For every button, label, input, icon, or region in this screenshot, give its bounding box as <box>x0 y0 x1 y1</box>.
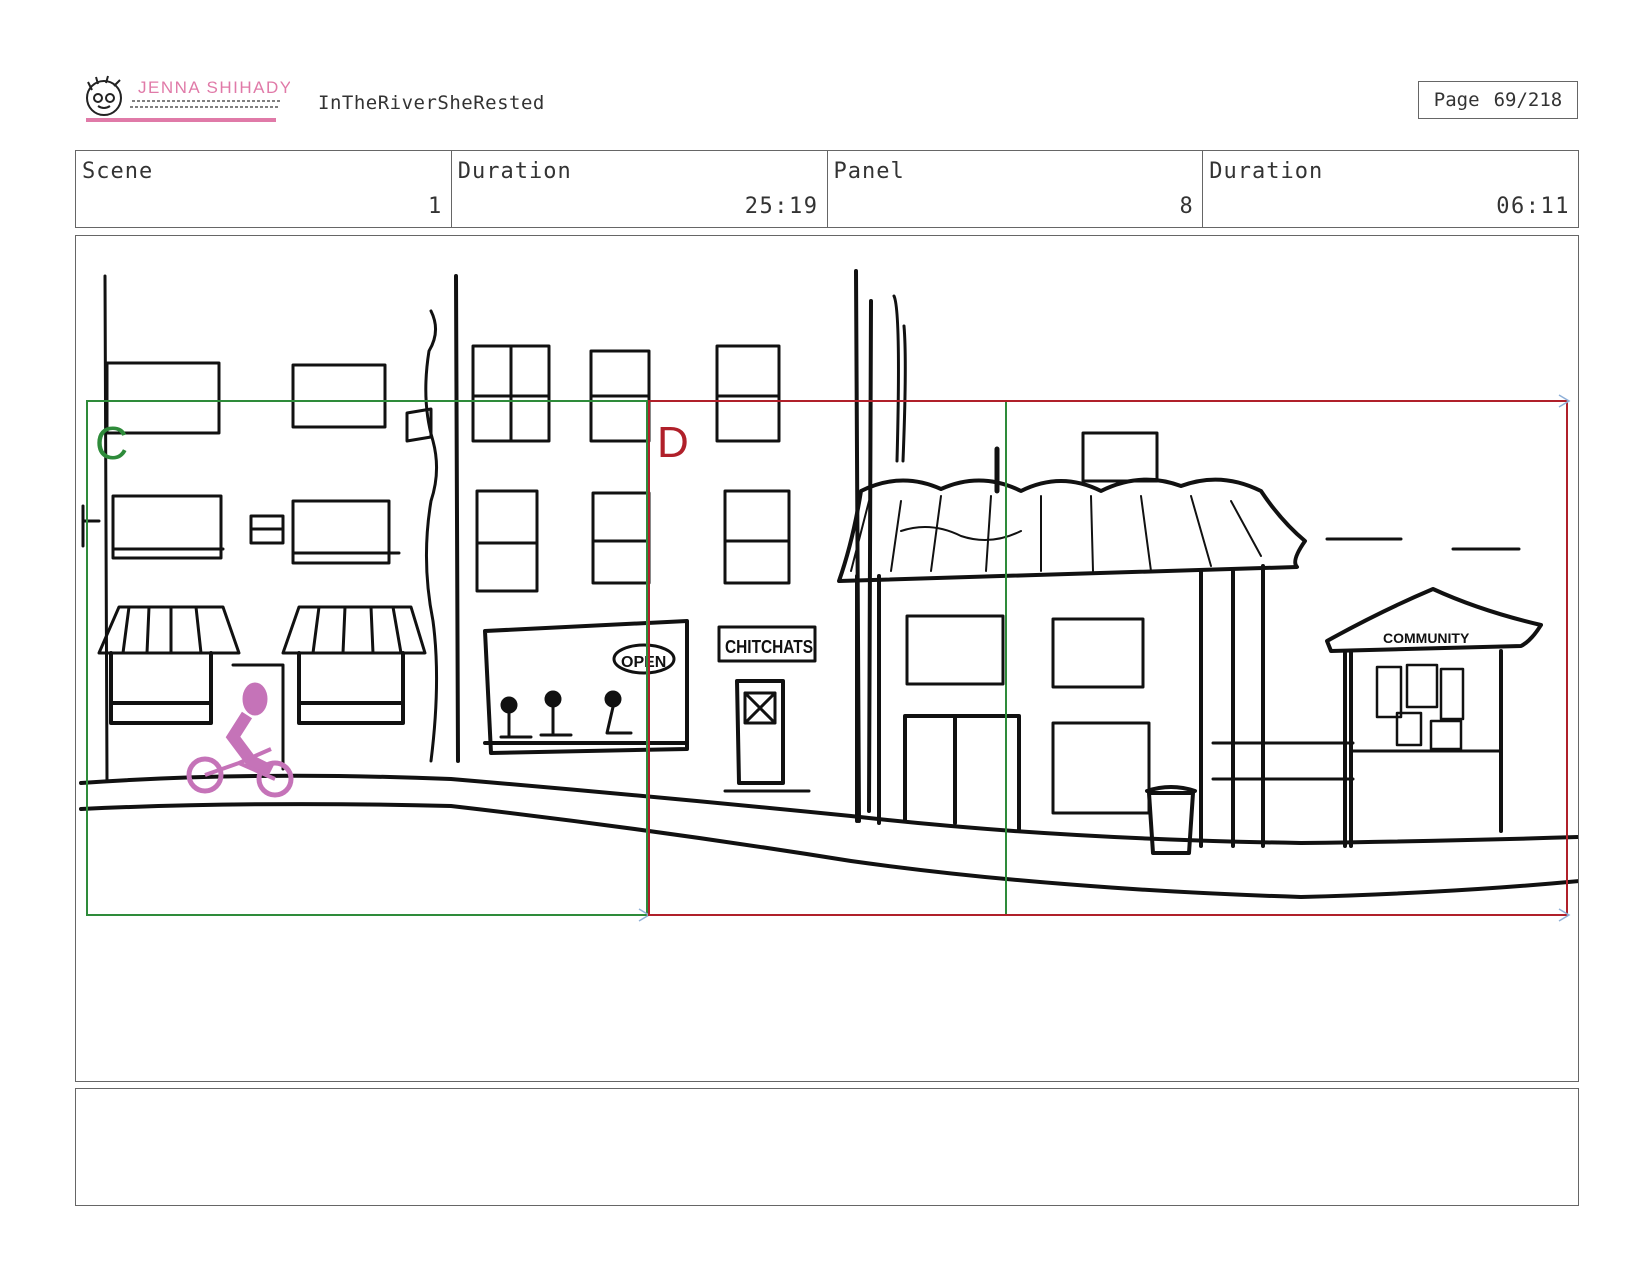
scene-cell: Scene 1 <box>76 151 452 227</box>
community-sign-text: COMMUNITY <box>1383 630 1470 646</box>
panel-duration-value: 06:11 <box>1496 194 1570 219</box>
open-sign-text: OPEN <box>621 654 666 671</box>
pole <box>892 294 907 463</box>
storyboard-info-table: Scene 1 Duration 25:19 Panel 8 Duration … <box>75 150 1579 228</box>
artist-logo: JENNA SHIHADY <box>82 74 291 126</box>
page-number: 69/218 <box>1493 89 1563 111</box>
scene-value: 1 <box>428 194 443 219</box>
street-curb <box>79 802 1578 899</box>
building-edge-line <box>424 309 439 763</box>
window <box>715 344 781 443</box>
scene-label: Scene <box>82 159 154 184</box>
chimney <box>1081 431 1159 483</box>
notes-box[interactable] <box>75 1088 1579 1206</box>
camera-c-label: C <box>95 417 128 469</box>
posted-notes <box>1375 663 1465 751</box>
logo-name: JENNA SHIHADY <box>138 78 290 97</box>
logo-face-icon <box>86 75 122 116</box>
window <box>591 491 651 585</box>
storyboard-panel: OPEN CHITCHATS COMMUNITY C D <box>75 235 1579 1082</box>
chitchats-sign-text: CHITCHATS <box>725 637 813 657</box>
scene-duration-label: Duration <box>457 159 572 184</box>
house-roof <box>837 477 1307 583</box>
trash-can <box>1145 785 1197 855</box>
window <box>291 363 387 429</box>
panel-cell: Panel 8 <box>828 151 1204 227</box>
cafe-window <box>483 619 689 755</box>
street-curb <box>79 773 1578 845</box>
window <box>249 514 285 545</box>
street-sketch: OPEN CHITCHATS COMMUNITY C D <box>79 269 1578 922</box>
scene-duration-cell: Duration 25:19 <box>452 151 828 227</box>
panel-value: 8 <box>1179 194 1195 219</box>
camera-d-label: D <box>657 418 689 467</box>
building-edge-line <box>103 274 109 783</box>
page-label: Page <box>1433 89 1480 111</box>
panel-duration-label: Duration <box>1209 159 1324 184</box>
panel-label: Panel <box>833 159 905 184</box>
scene-duration-value: 25:19 <box>744 194 819 219</box>
panel-duration-cell: Duration 06:11 <box>1203 151 1578 227</box>
building-edge-line <box>454 274 460 763</box>
window <box>723 489 791 585</box>
house-door <box>903 714 1021 833</box>
shop-window <box>297 651 405 725</box>
window <box>1051 617 1145 689</box>
window <box>471 344 551 443</box>
awning <box>281 605 427 655</box>
window <box>589 349 651 443</box>
window <box>475 489 539 593</box>
awning <box>97 605 241 655</box>
project-title: InTheRiverSheRested <box>318 92 545 114</box>
window <box>1051 721 1151 815</box>
shop-window <box>109 651 213 725</box>
page-indicator: Page 69/218 <box>1418 81 1578 119</box>
window <box>905 614 1005 686</box>
